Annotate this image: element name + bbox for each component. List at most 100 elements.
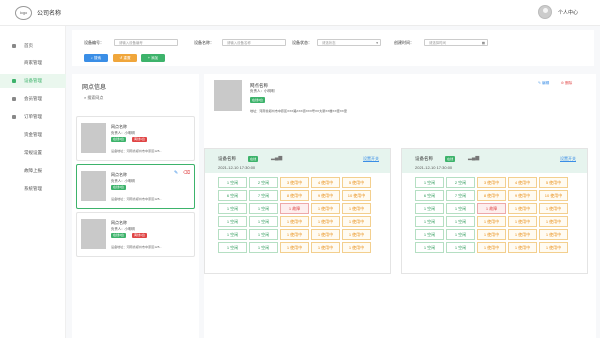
slot-cell[interactable]: 1 使用中 [311, 242, 340, 253]
outlet-card[interactable]: 网点名称 负责人：小明明 在线3台 离线1台 设备地址：河南省郑州市中原区125… [76, 116, 195, 161]
slot-cell[interactable]: 1 空闲 [249, 203, 278, 214]
online-badge: 在线3台 [111, 233, 127, 238]
top-bar: logo 公司名称 个人中心 [0, 0, 600, 26]
slot-cell[interactable]: 1 空闲 [218, 242, 247, 253]
slot-cell[interactable]: 1 使用中 [342, 229, 371, 240]
delete-button[interactable]: ⊘ 删除 [561, 81, 572, 86]
slot-cell[interactable]: 1 使用中 [508, 203, 537, 214]
slot-cell[interactable]: 2 空闲 [446, 177, 475, 188]
home-icon [12, 44, 16, 48]
slot-cell[interactable]: 1 使用中 [342, 216, 371, 227]
slot-cell[interactable]: 1 使用中 [311, 229, 340, 240]
slot-cell[interactable]: 1 使用中 [477, 242, 506, 253]
sidebar-item-device[interactable]: 设备管理 [0, 74, 66, 88]
slot-cell[interactable]: 4 使用中 [508, 177, 537, 188]
edit-icon[interactable]: ✎ [174, 171, 179, 176]
sidebar-item-funds[interactable]: 资金管理 [0, 128, 66, 142]
slot-cell[interactable]: 1 空闲 [415, 216, 444, 227]
outlet-panel-title: 网点信息 [82, 85, 107, 91]
user-center-link[interactable]: 个人中心 [558, 9, 578, 16]
logo: logo [15, 6, 32, 20]
slot-cell[interactable]: 1 使用中 [508, 229, 537, 240]
sidebar-item-settings[interactable]: 常规设置 [0, 146, 66, 160]
outlet-card-selected[interactable]: 网点名称 负责人：小明明 在线3台 设备地址：河南省郑州市中原区125... ✎… [76, 164, 195, 209]
search-button[interactable]: ⌕ 搜索 [84, 54, 108, 62]
avatar[interactable] [538, 5, 552, 19]
sidebar-item-system[interactable]: 系统管理 [0, 182, 66, 196]
device-no-input[interactable]: 请输入设备编号 [114, 39, 178, 46]
slot-cell[interactable]: 1 空闲 [249, 216, 278, 227]
slot-cell[interactable]: 1 使用中 [280, 229, 309, 240]
slot-cell[interactable]: 3 使用中 [477, 177, 506, 188]
device-name-input[interactable]: 请输入设备名称 [222, 39, 286, 46]
slot-cell[interactable]: 5 使用中 [342, 177, 371, 188]
slot-cell[interactable]: 9 使用中 [508, 190, 537, 201]
outlet-search[interactable]: ⌕ 搜索网点 [84, 95, 103, 101]
slot-cell[interactable]: 8 使用中 [477, 190, 506, 201]
slot-cell[interactable]: 1 空闲 [446, 216, 475, 227]
sidebar-item-home[interactable]: 首页 [0, 39, 66, 53]
outlet-thumbnail [81, 123, 106, 153]
slot-cell[interactable]: 10 使用中 [539, 190, 568, 201]
slot-cell[interactable]: 1 空闲 [249, 242, 278, 253]
slot-cell[interactable]: 1 使用中 [539, 229, 568, 240]
slot-cell[interactable]: 1 空闲 [446, 229, 475, 240]
switch-settings-link[interactable]: 设置开关 [363, 156, 379, 162]
slot-cell[interactable]: 1 使用中 [539, 203, 568, 214]
slot-cell[interactable]: 1 空闲 [218, 177, 247, 188]
slot-cell[interactable]: 1 使用中 [280, 242, 309, 253]
created-input[interactable]: 请选择时间 ▦ [424, 39, 488, 46]
reset-button[interactable]: ↺ 重置 [113, 54, 137, 62]
slot-cell[interactable]: 1 空闲 [218, 229, 247, 240]
slot-cell[interactable]: 1 空闲 [415, 242, 444, 253]
slot-cell[interactable]: 8 使用中 [280, 190, 309, 201]
sidebar-item-member[interactable]: 会员管理 [0, 92, 66, 106]
outlet-card[interactable]: 网点名称 负责人：小明明 在线3台 离线1台 设备地址：河南省郑州市中原区125… [76, 212, 195, 257]
slot-cell[interactable]: 1 使用中 [508, 242, 537, 253]
slot-cell[interactable]: 7 空闲 [446, 190, 475, 201]
online-badge: 在线3台 [111, 185, 127, 190]
slot-cell[interactable]: 6 空闲 [218, 190, 247, 201]
slot-cell[interactable]: 1 使用中 [342, 242, 371, 253]
sidebar-item-fault-report[interactable]: 故障上报 [0, 164, 66, 178]
slot-cell[interactable]: 1 空闲 [446, 203, 475, 214]
slot-cell[interactable]: 1 空闲 [446, 242, 475, 253]
slot-cell[interactable]: 9 使用中 [311, 190, 340, 201]
slot-cell[interactable]: 1 空闲 [415, 229, 444, 240]
slot-cell[interactable]: 1 空闲 [415, 203, 444, 214]
slot-cell[interactable]: 1 使用中 [508, 216, 537, 227]
slot-cell[interactable]: 10 使用中 [342, 190, 371, 201]
slot-cell[interactable]: 1 使用中 [280, 216, 309, 227]
slot-cell[interactable]: 1 空闲 [249, 229, 278, 240]
slot-cell[interactable]: 5 使用中 [539, 177, 568, 188]
slot-cell[interactable]: 1 使用中 [477, 229, 506, 240]
slot-cell[interactable]: 1 使用中 [311, 203, 340, 214]
slot-cell[interactable]: 4 使用中 [311, 177, 340, 188]
slot-cell[interactable]: 3 使用中 [280, 177, 309, 188]
slot-cell[interactable]: 1 故障 [477, 203, 506, 214]
delete-icon[interactable]: ⌫ [183, 171, 190, 176]
device-card: 设备名称 在线 ▂▄▆ 2021-12-10 17:30:00 设置开关 1 空… [401, 148, 588, 274]
signal-icon: ▂▄▆ [271, 155, 283, 161]
slot-cell[interactable]: 1 使用中 [477, 216, 506, 227]
slot-cell[interactable]: 1 使用中 [311, 216, 340, 227]
slot-cell[interactable]: 1 使用中 [342, 203, 371, 214]
edit-button[interactable]: ✎ 编辑 [538, 81, 549, 86]
switch-settings-link[interactable]: 设置开关 [560, 156, 576, 162]
slot-cell[interactable]: 7 空闲 [249, 190, 278, 201]
slot-cell[interactable]: 1 空闲 [218, 216, 247, 227]
slot-cell[interactable]: 1 使用中 [539, 242, 568, 253]
member-icon [12, 97, 16, 101]
sidebar-item-order[interactable]: 订单管理 [0, 110, 66, 124]
slot-cell[interactable]: 1 使用中 [539, 216, 568, 227]
outlet-thumbnail [81, 219, 106, 249]
slot-cell[interactable]: 2 空闲 [249, 177, 278, 188]
add-button[interactable]: + 添加 [141, 54, 165, 62]
outlet-panel: 网点信息 ⌕ 搜索网点 网点名称 负责人：小明明 在线3台 离线1台 设备地址：… [72, 74, 199, 338]
slot-cell[interactable]: 1 空闲 [415, 177, 444, 188]
sidebar-item-merchant[interactable]: 商家管理 [0, 56, 66, 70]
status-select[interactable]: 请选状态 ▾ [317, 39, 381, 46]
slot-cell[interactable]: 1 故障 [280, 203, 309, 214]
slot-cell[interactable]: 1 空闲 [218, 203, 247, 214]
slot-cell[interactable]: 6 空闲 [415, 190, 444, 201]
